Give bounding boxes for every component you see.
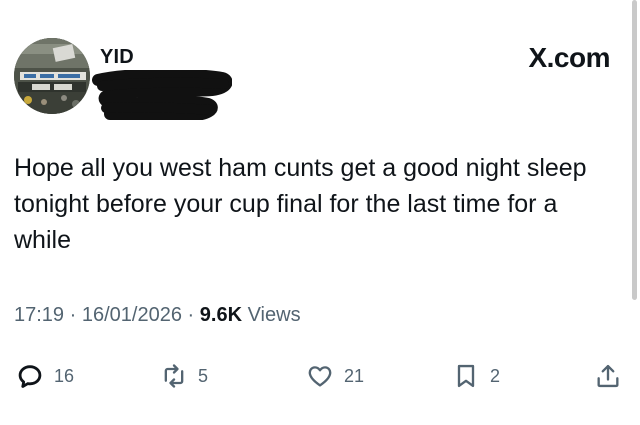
- share-icon: [597, 364, 619, 388]
- tweet-date[interactable]: 16/01/2026: [82, 304, 182, 326]
- views-label: Views: [247, 304, 301, 326]
- retweet-button[interactable]: 5: [160, 358, 208, 394]
- retweet-icon: [164, 364, 184, 388]
- avatar-image: [14, 38, 90, 114]
- author-display-name[interactable]: YID: [100, 46, 134, 69]
- avatar[interactable]: [14, 38, 90, 114]
- tweet-card: YID X.com Hope all you west ham cunts ge…: [0, 0, 640, 425]
- bookmark-count: 2: [490, 365, 501, 386]
- reply-icon: [18, 365, 42, 388]
- bookmark-icon: [457, 364, 475, 388]
- brand-watermark: X.com: [528, 42, 610, 73]
- scrollbar[interactable]: [632, 0, 637, 300]
- action-bar: 16 5 21 2: [0, 358, 640, 394]
- redacted-handle: [92, 70, 232, 120]
- share-button[interactable]: [594, 358, 622, 394]
- like-count: 21: [344, 365, 365, 386]
- tweet-time[interactable]: 17:19: [14, 304, 64, 326]
- views-count: 9.6K: [199, 304, 243, 326]
- meta-separator: ·: [187, 304, 195, 326]
- tweet-text: Hope all you west ham cunts get a good n…: [14, 154, 587, 254]
- bookmark-button[interactable]: 2: [452, 358, 500, 394]
- reply-button[interactable]: 16: [16, 358, 74, 394]
- like-button[interactable]: 21: [306, 358, 364, 394]
- meta-separator: ·: [69, 304, 77, 326]
- retweet-count: 5: [198, 365, 209, 386]
- heart-icon: [308, 366, 332, 387]
- tweet-meta: 17:19 · 16/01/2026 · 9.6K Views: [14, 304, 301, 327]
- reply-count: 16: [54, 365, 75, 386]
